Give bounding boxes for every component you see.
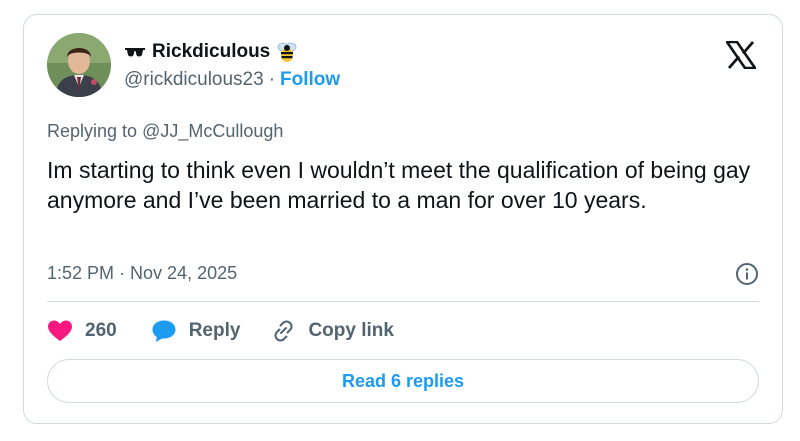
- copy-link-label: Copy link: [308, 320, 394, 341]
- sunglasses-icon: [124, 45, 146, 59]
- like-count: 260: [85, 320, 117, 341]
- author-handle-row: @rickdiculous23 · Follow: [124, 69, 340, 91]
- copy-link-button[interactable]: Copy link: [270, 319, 394, 343]
- like-button[interactable]: 260: [47, 319, 117, 343]
- reply-button[interactable]: Reply: [151, 319, 241, 343]
- replying-to-prefix: Replying to: [47, 121, 138, 141]
- tweet-timestamp[interactable]: 1:52 PM · Nov 24, 2025: [47, 263, 237, 284]
- read-replies-button[interactable]: Read 6 replies: [47, 359, 759, 403]
- reply-label: Reply: [188, 320, 241, 341]
- tweet-text: Im starting to think even I wouldn’t mee…: [47, 157, 751, 213]
- action-bar: 260 Reply Copy link: [47, 315, 394, 347]
- info-icon[interactable]: [735, 262, 759, 286]
- follow-link[interactable]: Follow: [280, 69, 340, 91]
- x-logo-icon[interactable]: [724, 40, 758, 70]
- replying-to: Replying to @JJ_McCullough: [47, 121, 283, 142]
- author-name-row: Rickdiculous: [124, 40, 298, 64]
- handle-separator: ·: [268, 69, 276, 90]
- read-replies-label: Read 6 replies: [341, 370, 465, 391]
- avatar[interactable]: [47, 33, 111, 97]
- reply-bubble-icon: [152, 320, 176, 342]
- author-handle[interactable]: @rickdiculous23: [124, 69, 264, 91]
- link-icon: [274, 320, 293, 342]
- tweet-card: Rickdiculous @rickdiculous23 · Follow Re…: [23, 14, 783, 424]
- divider: [47, 301, 759, 302]
- replying-to-mention[interactable]: @JJ_McCullough: [142, 121, 283, 141]
- author-display-name[interactable]: Rickdiculous: [152, 41, 270, 63]
- bee-icon: [276, 41, 298, 63]
- avatar-image: [47, 33, 111, 97]
- heart-icon: [48, 320, 72, 341]
